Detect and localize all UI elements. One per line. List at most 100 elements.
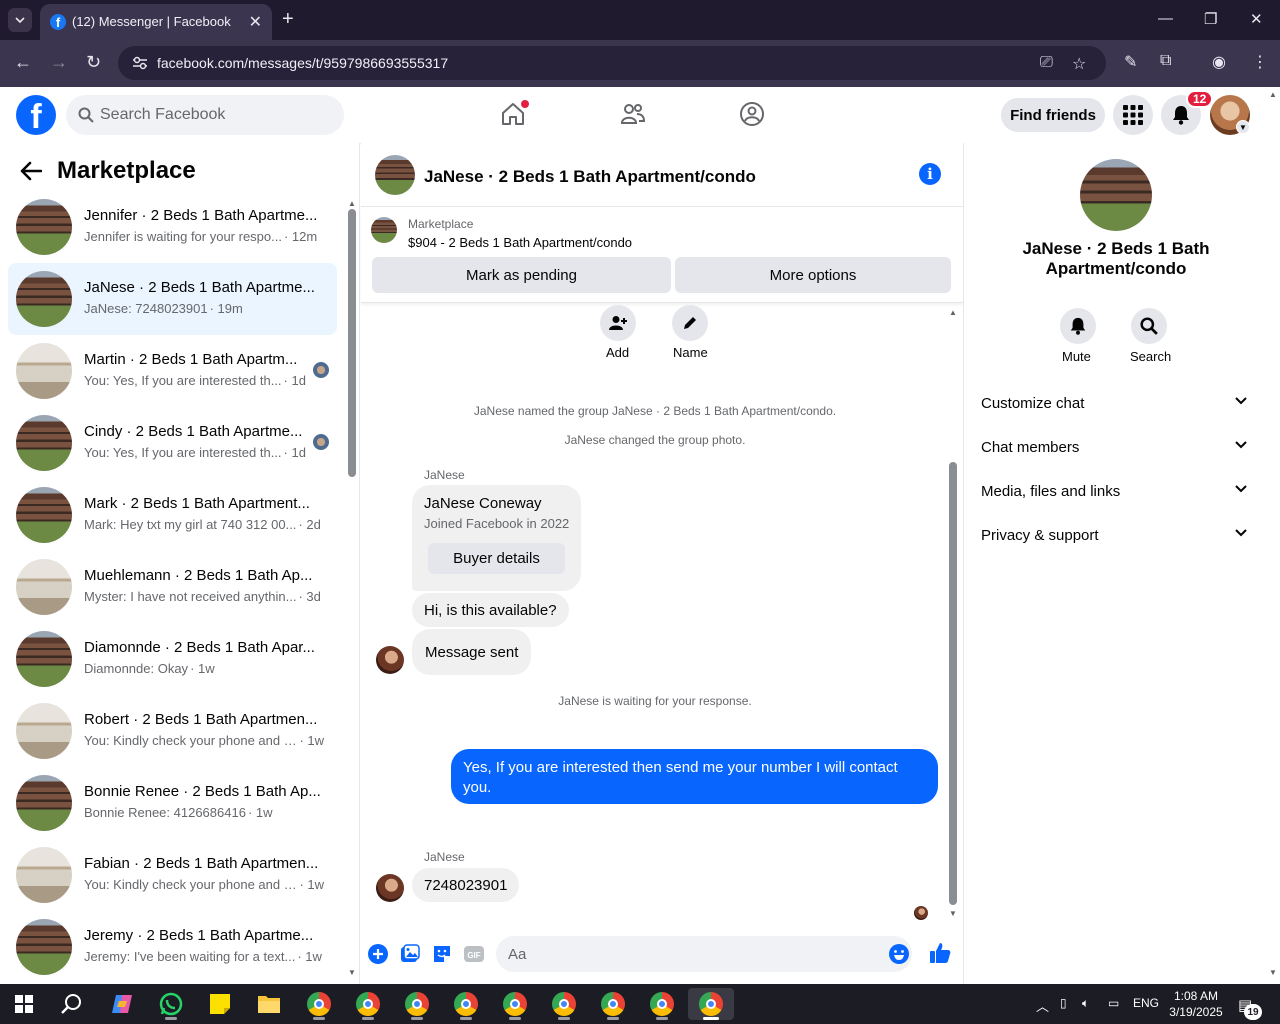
restore-icon[interactable]: ❐ xyxy=(1204,10,1217,28)
message-input[interactable] xyxy=(508,936,878,972)
conversation-item[interactable]: Fabian · 2 Beds 1 Bath Apartmen... You: K… xyxy=(8,839,337,911)
buyer-details-button[interactable]: Buyer details xyxy=(428,543,565,574)
window-close-icon[interactable]: ✕ xyxy=(1250,10,1263,28)
chrome-window-8[interactable] xyxy=(642,988,682,1020)
site-settings-icon[interactable] xyxy=(132,56,148,70)
chrome-window-4[interactable] xyxy=(446,988,486,1020)
photo-icon[interactable] xyxy=(400,944,420,964)
network-icon[interactable]: ▭ xyxy=(1108,996,1119,1010)
language-indicator[interactable]: ENG xyxy=(1133,996,1159,1010)
chat-scrollbar[interactable]: ▲ ▼ xyxy=(946,308,960,919)
info-icon[interactable]: i xyxy=(919,163,941,185)
conversation-item[interactable]: Martin · 2 Beds 1 Bath Apartm... You: Yes… xyxy=(8,335,337,407)
back-arrow-icon[interactable] xyxy=(20,161,42,181)
message-bubble[interactable]: 7248023901 xyxy=(412,868,520,902)
conversation-item[interactable]: Mark · 2 Beds 1 Bath Apartment... Mark: H… xyxy=(8,479,337,551)
menu-grid-button[interactable] xyxy=(1113,95,1153,135)
extensions-icon[interactable]: ⧉ xyxy=(1160,52,1171,70)
close-tab-icon[interactable]: ✕ xyxy=(249,12,262,32)
sticky-notes-app[interactable] xyxy=(200,988,240,1020)
listing-title[interactable]: $904 - 2 Beds 1 Bath Apartment/condo xyxy=(408,235,632,250)
scroll-thumb[interactable] xyxy=(949,462,957,905)
conversation-item[interactable]: Diamonnde · 2 Beds 1 Bath Apar... Diamonn… xyxy=(8,623,337,695)
address-bar[interactable]: facebook.com/messages/t/9597986693555317… xyxy=(118,46,1106,80)
friends-icon[interactable] xyxy=(620,101,646,127)
show-hidden-icons-chevron[interactable]: ︿ xyxy=(1036,996,1049,1015)
sticker-icon[interactable] xyxy=(432,944,452,964)
privacy-support-section[interactable]: Privacy & support xyxy=(972,515,1259,559)
start-button[interactable] xyxy=(4,988,44,1020)
account-chevron-icon[interactable]: ▼ xyxy=(1236,120,1250,134)
add-people-button[interactable] xyxy=(600,305,636,341)
conversation-item[interactable]: Cindy · 2 Beds 1 Bath Apartme... You: Yes… xyxy=(8,407,337,479)
chrome-window-1[interactable] xyxy=(299,988,339,1020)
chat-members-section[interactable]: Chat members xyxy=(972,427,1259,471)
copilot-app[interactable] xyxy=(102,988,142,1020)
outgoing-message-bubble[interactable]: Yes, If you are interested then send me … xyxy=(451,749,938,804)
more-options-button[interactable]: More options xyxy=(675,257,951,293)
message-bubble[interactable]: Message sent xyxy=(412,629,532,675)
listing-thumbnail[interactable] xyxy=(371,217,397,243)
scroll-down-icon[interactable]: ▼ xyxy=(949,909,957,918)
buyer-name[interactable]: JaNese Coneway xyxy=(424,495,542,512)
groups-icon[interactable] xyxy=(739,101,765,127)
sender-avatar[interactable] xyxy=(376,646,404,674)
chat-title[interactable]: JaNese · 2 Beds 1 Bath Apartment/condo xyxy=(424,167,756,187)
chrome-window-6[interactable] xyxy=(544,988,584,1020)
search-input[interactable] xyxy=(100,95,330,135)
conversation-item[interactable]: Jennifer · 2 Beds 1 Bath Apartme... Jenni… xyxy=(8,191,337,263)
plus-circle-icon[interactable] xyxy=(368,944,388,964)
chrome-window-2[interactable] xyxy=(348,988,388,1020)
edit-name-button[interactable] xyxy=(672,305,708,341)
customize-chat-section[interactable]: Customize chat xyxy=(972,383,1259,427)
scroll-thumb[interactable] xyxy=(348,209,356,477)
scroll-up-icon[interactable]: ▲ xyxy=(949,308,957,317)
gif-icon[interactable]: GIF xyxy=(464,944,484,964)
scroll-down-icon[interactable]: ▼ xyxy=(348,968,356,977)
conversation-item[interactable]: JaNese · 2 Beds 1 Bath Apartme... JaNese:… xyxy=(8,263,337,335)
taskbar-search-button[interactable] xyxy=(52,988,92,1020)
conversation-item[interactable]: Jeremy · 2 Beds 1 Bath Apartme... Jeremy:… xyxy=(8,911,337,983)
minimize-icon[interactable]: — xyxy=(1158,10,1173,27)
chrome-window-active[interactable] xyxy=(688,988,734,1020)
conversation-item[interactable]: Robert · 2 Beds 1 Bath Apartmen... You: K… xyxy=(8,695,337,767)
tab-search-button[interactable] xyxy=(8,8,32,32)
scroll-up-icon[interactable]: ▲ xyxy=(1269,90,1277,99)
group-photo[interactable] xyxy=(375,155,415,195)
thumbs-up-icon[interactable] xyxy=(929,942,951,964)
file-explorer-app[interactable] xyxy=(249,988,289,1020)
browser-tab[interactable]: f (12) Messenger | Facebook ✕ xyxy=(40,4,272,40)
chrome-window-5[interactable] xyxy=(495,988,535,1020)
scroll-down-icon[interactable]: ▼ xyxy=(1269,968,1277,977)
group-avatar[interactable] xyxy=(1080,159,1152,231)
search-box[interactable] xyxy=(66,95,344,135)
message-bubble[interactable]: Hi, is this available? xyxy=(412,593,569,627)
conversation-item[interactable]: Bonnie Renee · 2 Beds 1 Bath Ap... Bonnie… xyxy=(8,767,337,839)
conversation-scrollbar[interactable]: ▲ ▼ xyxy=(345,199,356,984)
conversation-item[interactable]: Muehlemann · 2 Beds 1 Bath Ap... Myster: … xyxy=(8,551,337,623)
pen-icon[interactable]: ✎ xyxy=(1124,52,1137,72)
chrome-window-7[interactable] xyxy=(593,988,633,1020)
find-friends-button[interactable]: Find friends xyxy=(1001,98,1105,132)
whatsapp-app[interactable] xyxy=(151,988,191,1020)
message-input-box[interactable] xyxy=(496,936,912,972)
scroll-up-icon[interactable]: ▲ xyxy=(348,199,356,208)
mute-button[interactable] xyxy=(1060,308,1096,344)
volume-icon[interactable]: 🔈︎ xyxy=(1082,996,1089,1011)
new-tab-button[interactable]: + xyxy=(282,8,294,30)
forward-icon[interactable]: → xyxy=(50,52,68,73)
media-files-links-section[interactable]: Media, files and links xyxy=(972,471,1259,515)
chrome-window-3[interactable] xyxy=(397,988,437,1020)
bookmark-star-icon[interactable]: ☆ xyxy=(1072,54,1086,74)
facebook-logo-icon[interactable]: f xyxy=(16,95,56,135)
clock[interactable]: 1:08 AM 3/19/2025 xyxy=(1164,988,1228,1020)
mark-as-pending-button[interactable]: Mark as pending xyxy=(372,257,671,293)
device-icon[interactable]: ▯ xyxy=(1060,996,1067,1010)
emoji-icon[interactable] xyxy=(889,944,909,964)
page-scrollbar[interactable]: ▲ ▼ xyxy=(1266,87,1280,984)
reload-icon[interactable]: ↻ xyxy=(86,52,101,73)
sender-avatar[interactable] xyxy=(376,874,404,902)
profile-icon[interactable]: ◉ xyxy=(1212,52,1226,72)
install-app-icon[interactable]: ⎚ xyxy=(1040,54,1053,72)
menu-kebab-icon[interactable]: ⋮ xyxy=(1252,52,1268,72)
